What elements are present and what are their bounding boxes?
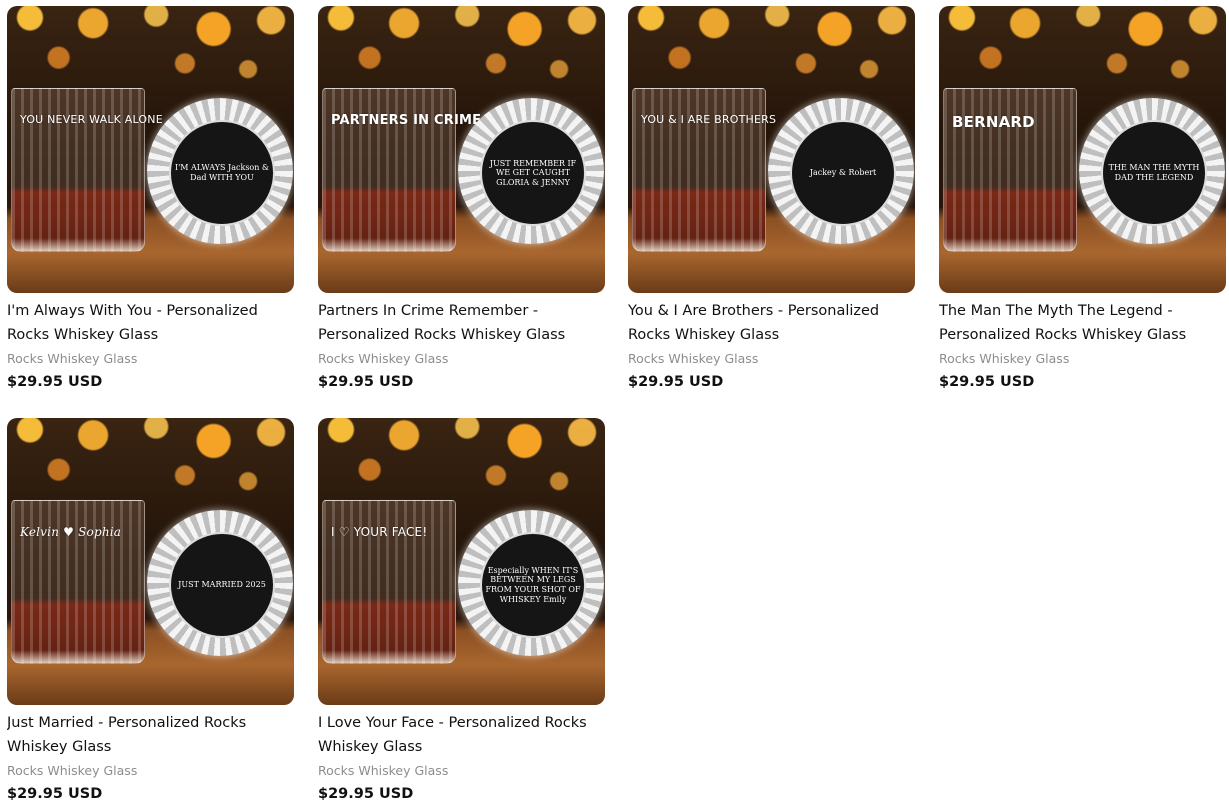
product-image[interactable]: YOU & I ARE BROTHERS Jackey & Robert — [628, 6, 915, 293]
coaster-graphic: Jackey & Robert — [768, 98, 914, 244]
product-price: $29.95 USD — [318, 374, 414, 390]
product-title[interactable]: Just Married - Personalized Rocks Whiske… — [7, 711, 294, 759]
product-card[interactable]: PARTNERS IN CRIME JUST REMEMBER IF WE GE… — [318, 6, 605, 392]
whiskey-glass-graphic: BERNARD — [943, 88, 1077, 252]
glass-engraving-text: BERNARD — [952, 113, 1035, 131]
whiskey-glass-graphic: YOU & I ARE BROTHERS — [632, 88, 777, 252]
product-type: Rocks Whiskey Glass — [7, 763, 138, 778]
coaster-engraving-text: Jackey & Robert — [790, 120, 896, 226]
coaster-engraving-text: THE MAN THE MYTH DAD THE LEGEND — [1101, 120, 1207, 226]
whiskey-glass-graphic: YOU NEVER WALK ALONE — [11, 88, 163, 252]
product-type: Rocks Whiskey Glass — [318, 763, 449, 778]
whiskey-glass-graphic: PARTNERS IN CRIME — [322, 88, 482, 252]
glass-engraving-text: I ♡ YOUR FACE! — [331, 525, 428, 539]
glass-engraving-text: YOU NEVER WALK ALONE — [20, 113, 163, 126]
product-type: Rocks Whiskey Glass — [939, 351, 1070, 366]
glass-engraving-text: Kelvin ♥ Sophia — [20, 525, 122, 539]
whiskey-glass-graphic: Kelvin ♥ Sophia — [11, 500, 145, 664]
product-image[interactable]: PARTNERS IN CRIME JUST REMEMBER IF WE GE… — [318, 6, 605, 293]
product-card[interactable]: YOU & I ARE BROTHERS Jackey & Robert You… — [628, 6, 915, 392]
product-price: $29.95 USD — [7, 374, 103, 390]
product-title[interactable]: You & I Are Brothers - Personalized Rock… — [628, 299, 915, 347]
product-title[interactable]: I Love Your Face - Personalized Rocks Wh… — [318, 711, 605, 759]
coaster-graphic: Especially WHEN IT'S BETWEEN MY LEGS FRO… — [458, 510, 604, 656]
product-card[interactable]: YOU NEVER WALK ALONE I'M ALWAYS Jackson … — [7, 6, 294, 392]
product-price: $29.95 USD — [628, 374, 724, 390]
product-price: $29.95 USD — [318, 786, 414, 802]
product-type: Rocks Whiskey Glass — [7, 351, 138, 366]
coaster-engraving-text: Especially WHEN IT'S BETWEEN MY LEGS FRO… — [480, 532, 586, 638]
product-title[interactable]: Partners In Crime Remember - Personalize… — [318, 299, 605, 347]
product-price: $29.95 USD — [7, 786, 103, 802]
whiskey-glass-graphic: I ♡ YOUR FACE! — [322, 500, 456, 664]
glass-engraving-text: PARTNERS IN CRIME — [331, 113, 482, 128]
product-image[interactable]: I ♡ YOUR FACE! Especially WHEN IT'S BETW… — [318, 418, 605, 705]
product-card[interactable]: I ♡ YOUR FACE! Especially WHEN IT'S BETW… — [318, 418, 605, 804]
product-card[interactable]: Kelvin ♥ Sophia JUST MARRIED 2025 Just M… — [7, 418, 294, 804]
product-image[interactable]: YOU NEVER WALK ALONE I'M ALWAYS Jackson … — [7, 6, 294, 293]
coaster-graphic: I'M ALWAYS Jackson & Dad WITH YOU — [147, 98, 293, 244]
product-title[interactable]: I'm Always With You - Personalized Rocks… — [7, 299, 294, 347]
product-type: Rocks Whiskey Glass — [318, 351, 449, 366]
product-price: $29.95 USD — [939, 374, 1035, 390]
coaster-engraving-text: JUST REMEMBER IF WE GET CAUGHT GLORIA & … — [480, 120, 586, 226]
coaster-graphic: JUST REMEMBER IF WE GET CAUGHT GLORIA & … — [458, 98, 604, 244]
coaster-graphic: THE MAN THE MYTH DAD THE LEGEND — [1079, 98, 1225, 244]
coaster-engraving-text: JUST MARRIED 2025 — [169, 532, 275, 638]
product-card[interactable]: BERNARD THE MAN THE MYTH DAD THE LEGEND … — [939, 6, 1226, 392]
product-type: Rocks Whiskey Glass — [628, 351, 759, 366]
glass-engraving-text: YOU & I ARE BROTHERS — [641, 113, 777, 126]
product-image[interactable]: Kelvin ♥ Sophia JUST MARRIED 2025 — [7, 418, 294, 705]
coaster-engraving-text: I'M ALWAYS Jackson & Dad WITH YOU — [169, 120, 275, 226]
product-image[interactable]: BERNARD THE MAN THE MYTH DAD THE LEGEND — [939, 6, 1226, 293]
coaster-graphic: JUST MARRIED 2025 — [147, 510, 293, 656]
product-title[interactable]: The Man The Myth The Legend - Personaliz… — [939, 299, 1226, 347]
product-grid: YOU NEVER WALK ALONE I'M ALWAYS Jackson … — [0, 0, 1229, 812]
